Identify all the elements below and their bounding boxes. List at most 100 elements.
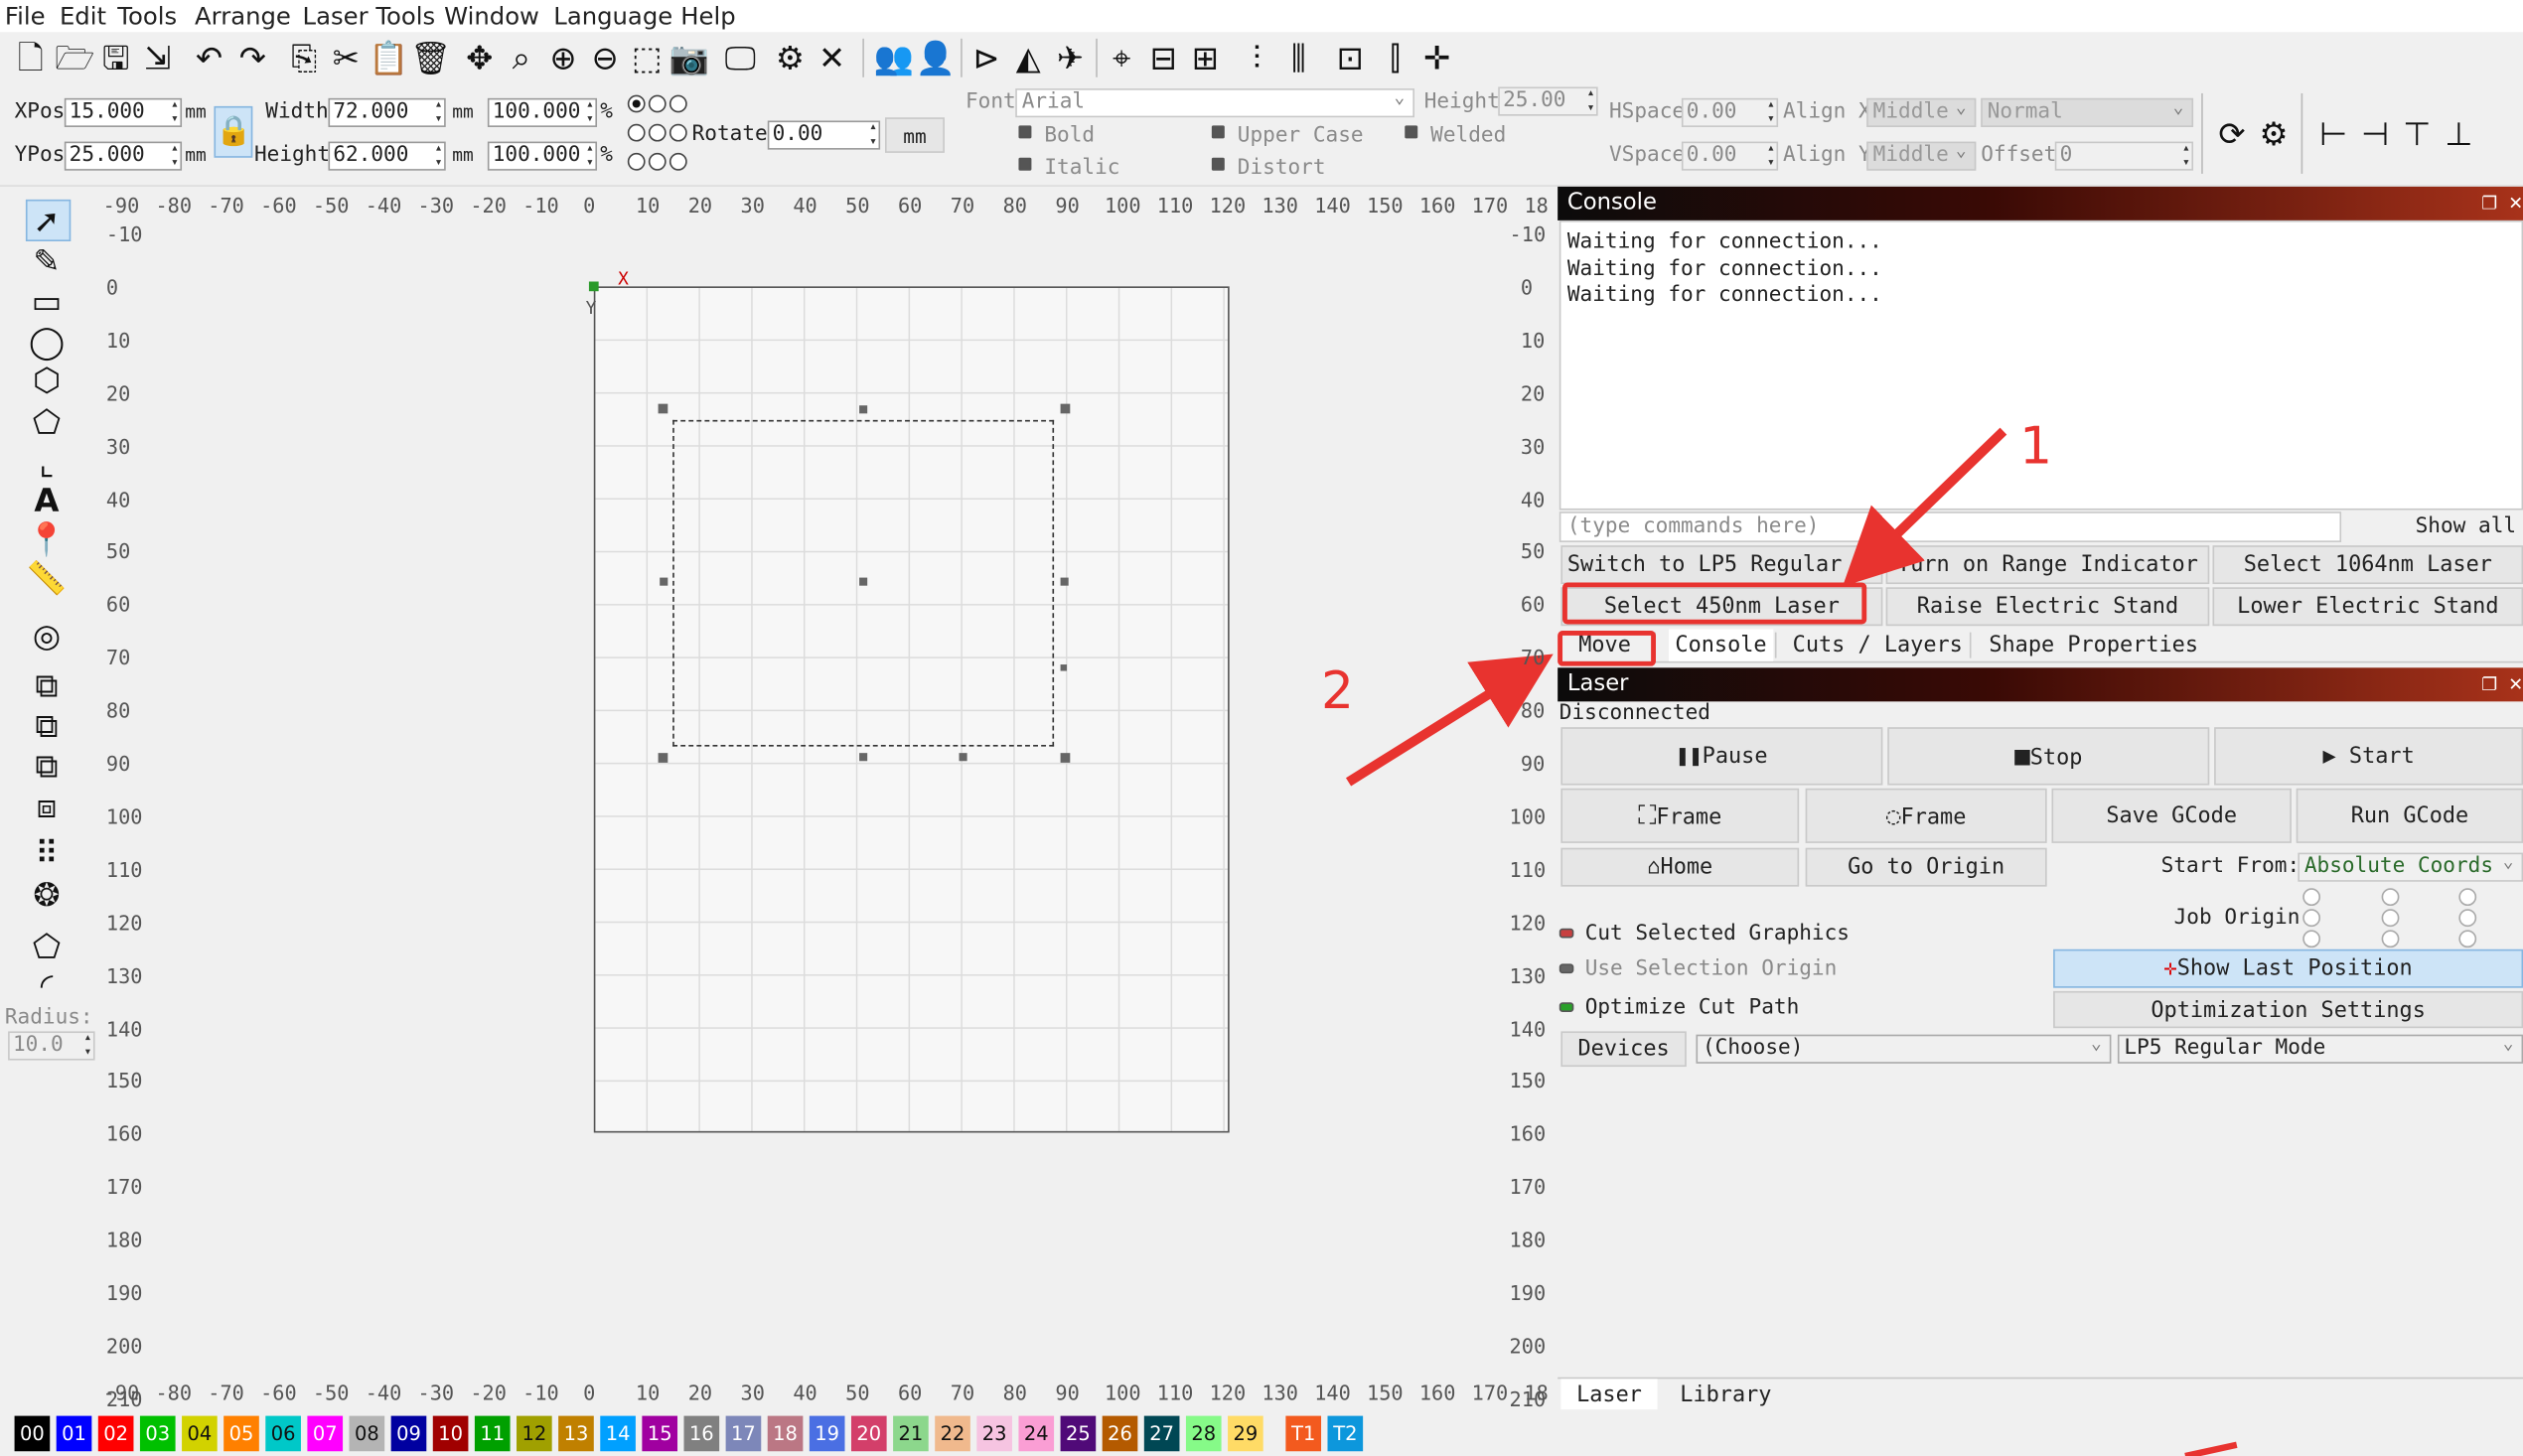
rotate-input[interactable]: 0.00: [767, 120, 881, 150]
height-input[interactable]: 62.000: [328, 141, 446, 171]
text-mode-select[interactable]: Normal: [1981, 97, 2194, 127]
toggle-disabled-icon[interactable]: [1558, 963, 1574, 974]
palette-color-17[interactable]: 17: [725, 1415, 762, 1452]
cut-selected-graphics-toggle[interactable]: Cut Selected Graphics: [1585, 922, 1850, 947]
menu-file[interactable]: File: [5, 0, 46, 32]
laser-head-icon[interactable]: ⚙: [2255, 112, 2294, 154]
palette-color-21[interactable]: 21: [893, 1415, 929, 1452]
zoom-frame-icon[interactable]: ⬚: [628, 37, 667, 78]
job-origin-radio[interactable]: [2381, 888, 2400, 907]
distort-checkbox[interactable]: Distort: [1212, 156, 1326, 182]
weld-icon[interactable]: ⧈: [26, 787, 68, 825]
measure-icon[interactable]: 📏: [26, 558, 68, 597]
font-height-input[interactable]: 25.00: [1498, 86, 1598, 116]
bold-checkbox[interactable]: Bold: [1018, 124, 1095, 150]
scale-height-input[interactable]: 100.000: [487, 141, 598, 171]
go-to-origin-button[interactable]: Go to Origin: [1805, 847, 2047, 887]
align-top-icon[interactable]: ⊤: [2398, 112, 2437, 154]
job-origin-radio[interactable]: [2458, 930, 2477, 948]
send-icon[interactable]: ✈: [1051, 37, 1090, 78]
palette-color-T2[interactable]: T2: [1327, 1415, 1364, 1452]
optimization-settings-button[interactable]: Optimization Settings: [2053, 990, 2523, 1029]
float-icon[interactable]: ❐: [2481, 667, 2497, 701]
palette-color-13[interactable]: 13: [558, 1415, 594, 1452]
text-tool-icon[interactable]: A: [26, 481, 68, 519]
selection-handle[interactable]: [1060, 753, 1071, 763]
anchor-radio[interactable]: [668, 152, 687, 171]
user-icon[interactable]: 👤: [916, 37, 956, 78]
selection-handle[interactable]: [1060, 403, 1071, 414]
undo-icon[interactable]: ↶: [190, 37, 228, 78]
menu-tools[interactable]: Tools: [117, 0, 177, 32]
home-button[interactable]: ⌂Home: [1560, 847, 1800, 887]
vspace-input[interactable]: 0.00: [1681, 141, 1779, 171]
tab-shape-properties[interactable]: Shape Properties: [1989, 629, 2198, 660]
palette-color-22[interactable]: 22: [935, 1415, 970, 1452]
hspace-input[interactable]: 0.00: [1681, 97, 1779, 127]
job-origin-radio[interactable]: [2381, 930, 2400, 948]
align-h-icon[interactable]: ⫶: [1238, 37, 1276, 78]
copy-icon[interactable]: ⎘: [285, 37, 324, 78]
camera-icon[interactable]: 📷: [669, 37, 709, 78]
scale-width-input[interactable]: 100.000: [487, 97, 598, 127]
boolean-union-icon[interactable]: ⧉: [26, 666, 68, 705]
run-gcode-button[interactable]: Run GCode: [2296, 788, 2523, 843]
palette-color-03[interactable]: 03: [139, 1415, 176, 1452]
use-selection-origin-toggle[interactable]: Use Selection Origin: [1585, 957, 1838, 983]
align-bottom-icon[interactable]: ⊥: [2440, 112, 2478, 154]
selection-handle[interactable]: [658, 753, 668, 763]
group-icon[interactable]: 👥: [874, 37, 914, 78]
palette-color-08[interactable]: 08: [349, 1415, 385, 1452]
palette-color-23[interactable]: 23: [976, 1415, 1012, 1452]
target-icon[interactable]: ⌖: [1103, 37, 1141, 78]
palette-color-24[interactable]: 24: [1018, 1415, 1055, 1452]
ellipse-icon[interactable]: ◯: [26, 322, 68, 361]
move-icon[interactable]: ✥: [460, 37, 499, 78]
align-left-icon[interactable]: ⊢: [2314, 112, 2353, 154]
start-button[interactable]: ▶ Start: [2214, 727, 2523, 786]
settings-icon[interactable]: ⚙: [771, 37, 810, 78]
select-arrow-icon[interactable]: ➚: [26, 202, 68, 240]
rectangle-icon[interactable]: ▭: [26, 282, 68, 321]
palette-color-07[interactable]: 07: [307, 1415, 344, 1452]
tab-laser[interactable]: Laser: [1560, 1379, 1658, 1411]
menu-arrange[interactable]: Arrange: [195, 0, 291, 32]
menu-edit[interactable]: Edit: [60, 0, 106, 32]
palette-color-10[interactable]: 10: [432, 1415, 469, 1452]
ypos-input[interactable]: 25.000: [64, 141, 183, 171]
selection-handle[interactable]: [660, 577, 668, 586]
palette-color-05[interactable]: 05: [223, 1415, 259, 1452]
tools-icon[interactable]: ✕: [813, 37, 851, 78]
palette-color-06[interactable]: 06: [265, 1415, 301, 1452]
palette-color-18[interactable]: 18: [767, 1415, 804, 1452]
close-icon[interactable]: ✕: [2508, 667, 2523, 701]
tab-cuts-layers[interactable]: Cuts / Layers: [1793, 629, 1963, 660]
menu-laser-tools[interactable]: Laser Tools: [303, 0, 436, 32]
palette-color-27[interactable]: 27: [1143, 1415, 1180, 1452]
split-icon[interactable]: ⫿: [1376, 37, 1414, 78]
macro-switch-lp5-button[interactable]: Switch to LP5 Regular Mo: [1560, 545, 1883, 585]
selection-handle[interactable]: [658, 403, 668, 414]
device-select[interactable]: (Choose): [1696, 1034, 2112, 1064]
macro-raise-stand-button[interactable]: Raise Electric Stand: [1885, 587, 2210, 627]
crosshair-icon[interactable]: ✛: [1417, 37, 1456, 78]
grid-array-icon[interactable]: ⠿: [26, 833, 68, 872]
palette-color-01[interactable]: 01: [56, 1415, 92, 1452]
paste-icon[interactable]: 📋: [369, 37, 408, 78]
delete-icon[interactable]: 🗑: [410, 37, 451, 78]
tab-console[interactable]: Console: [1668, 629, 1774, 661]
zoom-in-icon[interactable]: ⊕: [544, 37, 583, 78]
welded-checkbox[interactable]: Welded: [1405, 124, 1506, 150]
position-tool-icon[interactable]: ⌞: [26, 444, 68, 483]
monitor-icon[interactable]: 🖵: [721, 37, 760, 78]
optimize-cut-path-toggle[interactable]: Optimize Cut Path: [1585, 996, 1800, 1022]
save-icon[interactable]: 🖫: [96, 37, 135, 78]
offset-icon[interactable]: ◎: [26, 616, 68, 655]
toggle-on-icon[interactable]: [1558, 1002, 1574, 1012]
xpos-input[interactable]: 15.000: [64, 97, 183, 127]
palette-color-19[interactable]: 19: [809, 1415, 845, 1452]
selection-center[interactable]: [859, 577, 868, 586]
anchor-radio[interactable]: [627, 152, 646, 171]
upper-case-checkbox[interactable]: Upper Case: [1212, 124, 1364, 150]
rotary-icon[interactable]: ⟳: [2213, 112, 2252, 154]
